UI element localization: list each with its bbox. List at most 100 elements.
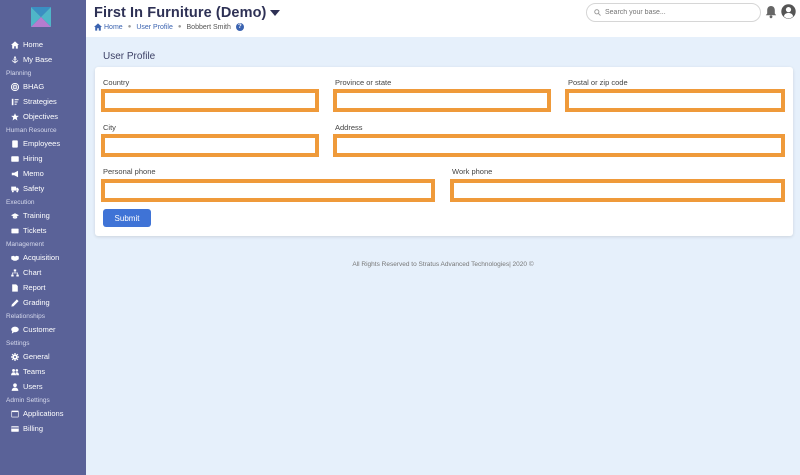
sidebar-item-label: Memo [23,169,44,178]
sidebar: Home My Base Planning BHAG Strategies Objecti… [0,0,86,475]
breadcrumb-user-profile[interactable]: User Profile [136,24,173,31]
id-card-icon [10,154,19,163]
sidebar-item-employees[interactable]: Employees [0,136,86,151]
breadcrumb-separator: ● [127,24,132,30]
sidebar-item-home[interactable]: Home [0,37,86,52]
sidebar-section-settings: Settings [6,339,30,347]
megaphone-icon [10,169,19,178]
sidebar-item-strategies[interactable]: Strategies [0,94,86,109]
sidebar-item-report[interactable]: Report [0,280,86,295]
truck-icon [10,184,19,193]
star-icon [10,112,19,121]
work-phone-input[interactable] [450,179,785,202]
gear-icon [10,352,19,361]
base-selector[interactable]: First In Furniture (Demo) [94,5,281,21]
sidebar-item-label: Employees [23,139,61,148]
user-profile-form: Country Province or state Postal or zip … [95,67,793,236]
sidebar-item-label: Training [23,211,50,220]
chat-icon [10,325,19,334]
sidebar-item-training[interactable]: Training [0,208,86,223]
breadcrumb-current: Bobbert Smith [186,23,231,31]
sidebar-item-billing[interactable]: Billing [0,421,86,436]
sidebar-item-label: Applications [23,409,64,418]
province-label: Province or state [335,78,392,87]
sidebar-item-applications[interactable]: Applications [0,406,86,421]
caret-down-icon[interactable] [270,10,281,16]
user-avatar-icon[interactable] [781,4,796,19]
search-box[interactable] [586,3,761,22]
sidebar-item-my-base[interactable]: My Base [0,52,86,67]
sidebar-section-management: Management [6,240,44,248]
breadcrumb-home[interactable]: Home [94,23,123,31]
sidebar-item-label: General [23,352,50,361]
anchor-icon [10,55,19,64]
breadcrumb-home-label: Home [104,23,123,31]
sidebar-item-label: Hiring [23,154,43,163]
sidebar-item-general[interactable]: General [0,349,86,364]
sidebar-item-label: BHAG [23,82,45,91]
sidebar-section-human-resource: Human Resource [6,126,57,134]
sidebar-item-tickets[interactable]: Tickets [0,223,86,238]
sort-icon [10,97,19,106]
pen-icon [10,298,19,307]
page-title: First In Furniture (Demo) [94,5,267,21]
ticket-icon [10,226,19,235]
work-phone-label: Work phone [452,167,493,176]
postal-input[interactable] [565,89,785,112]
sidebar-item-label: Tickets [23,226,47,235]
help-icon[interactable]: ? [235,23,244,31]
sidebar-item-label: Chart [23,268,42,277]
sidebar-item-customer[interactable]: Customer [0,322,86,337]
breadcrumb: Home ● User Profile ● Bobbert Smith ? [94,23,244,31]
sidebar-item-label: Report [23,283,46,292]
sidebar-item-label: Customer [23,325,56,334]
submit-button[interactable]: Submit [103,209,151,227]
sidebar-section-execution: Execution [6,198,35,206]
sidebar-item-label: Users [23,382,43,391]
city-label: City [103,123,116,132]
header: First In Furniture (Demo) Home ● User Pr… [86,0,800,37]
sidebar-item-label: Teams [23,367,46,376]
sidebar-item-users[interactable]: Users [0,379,86,394]
city-input[interactable] [101,134,319,157]
sidebar-item-label: Strategies [23,97,57,106]
users-icon [10,367,19,376]
personal-phone-input[interactable] [101,179,435,202]
country-label: Country [103,78,130,87]
sidebar-item-chart[interactable]: Chart [0,265,86,280]
search-input[interactable] [605,9,755,16]
sidebar-item-hiring[interactable]: Hiring [0,151,86,166]
id-badge-icon [10,139,19,148]
country-input[interactable] [101,89,319,112]
logo-icon[interactable] [31,7,51,27]
sidebar-item-acquisition[interactable]: Acquisition [0,250,86,265]
sidebar-item-teams[interactable]: Teams [0,364,86,379]
sidebar-section-relationships: Relationships [6,312,46,320]
sidebar-item-label: Safety [23,184,45,193]
sidebar-item-label: Objectives [23,112,59,121]
address-label: Address [335,123,363,132]
sidebar-item-label: Home [23,40,44,49]
home-icon [10,40,19,49]
handshake-icon [10,253,19,262]
sidebar-item-label: Grading [23,298,50,307]
target-icon [10,82,19,91]
sidebar-item-label: Acquisition [23,253,60,262]
graduation-cap-icon [10,211,19,220]
bell-icon[interactable] [764,5,778,19]
sidebar-item-memo[interactable]: Memo [0,166,86,181]
sidebar-item-safety[interactable]: Safety [0,181,86,196]
user-icon [10,382,19,391]
sidebar-item-objectives[interactable]: Objectives [0,109,86,124]
sidebar-section-planning: Planning [6,69,32,77]
sidebar-item-bhag[interactable]: BHAG [0,79,86,94]
org-chart-icon [10,268,19,277]
sidebar-section-admin-settings: Admin Settings [6,396,50,404]
home-icon [94,23,102,31]
address-input[interactable] [333,134,785,157]
province-input[interactable] [333,89,551,112]
sidebar-item-grading[interactable]: Grading [0,295,86,310]
credit-card-icon [10,424,19,433]
sidebar-nav: Home My Base Planning BHAG Strategies Objecti… [0,37,86,436]
personal-phone-label: Personal phone [103,167,156,176]
